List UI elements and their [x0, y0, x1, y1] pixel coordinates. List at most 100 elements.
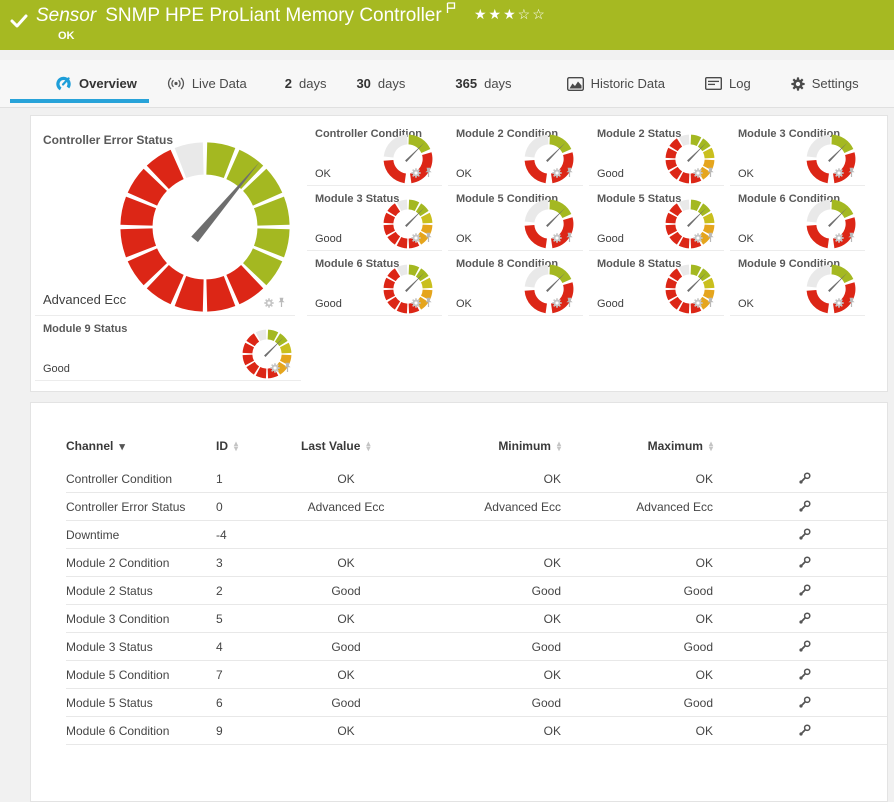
cell-minimum: Good: [531, 695, 561, 710]
pin-icon[interactable]: [706, 165, 715, 183]
gear-icon[interactable]: [693, 230, 703, 248]
tab-2-days[interactable]: 2 days: [285, 60, 327, 107]
tab-overview[interactable]: Overview: [10, 60, 149, 107]
column-header-channel[interactable]: Channel ▾: [66, 439, 216, 453]
gauge-cell-module-3-status: Module 3 Status Good: [307, 186, 442, 251]
cell-minimum: Good: [531, 583, 561, 598]
star-rating[interactable]: ★★★☆☆: [474, 6, 547, 23]
pin-icon[interactable]: [847, 230, 856, 248]
edit-channel-icon[interactable]: [797, 527, 812, 542]
table-row: Module 5 Condition 7 OK OK OK: [66, 661, 887, 689]
table-row: Module 2 Status 2 Good Good Good: [66, 577, 887, 605]
tab-live-data[interactable]: Live Data: [167, 60, 247, 107]
gauge-value: OK: [738, 298, 754, 310]
cell-maximum: OK: [695, 667, 713, 682]
gear-icon[interactable]: [693, 165, 703, 183]
gauge-cell-module-9-status: Module 9 Status Good: [35, 316, 301, 381]
column-header-minimum[interactable]: Minimum ▴ ▾: [391, 439, 561, 453]
cell-id: -4: [216, 527, 227, 542]
sort-icon: ▴ ▾: [366, 439, 371, 453]
column-header-id[interactable]: ID ▴ ▾: [216, 439, 301, 453]
gear-icon[interactable]: [834, 165, 844, 183]
pin-icon[interactable]: [277, 295, 286, 313]
table-row: Controller Error Status 0 Advanced Ecc A…: [66, 493, 887, 521]
gauge-value: OK: [315, 168, 331, 180]
pin-icon[interactable]: [424, 295, 433, 313]
edit-channel-icon[interactable]: [797, 583, 812, 598]
gauge-cell-controller-condition: Controller Condition OK: [307, 121, 442, 186]
cell-id: 3: [216, 555, 223, 570]
gear-icon[interactable]: [552, 295, 562, 313]
gauge-value: Good: [597, 298, 624, 310]
cell-minimum: OK: [543, 471, 561, 486]
gear-icon[interactable]: [552, 230, 562, 248]
gauge-icon: [55, 75, 72, 92]
cell-id: 4: [216, 639, 223, 654]
tab-30-days[interactable]: 30 days: [356, 60, 405, 107]
edit-channel-icon[interactable]: [797, 555, 812, 570]
gear-icon[interactable]: [411, 295, 421, 313]
edit-channel-icon[interactable]: [797, 723, 812, 738]
cell-maximum: Good: [683, 583, 713, 598]
gauge-value: Good: [43, 363, 70, 375]
gear-icon[interactable]: [411, 230, 421, 248]
pin-icon[interactable]: [565, 165, 574, 183]
page-title: SNMP HPE ProLiant Memory Controller: [105, 5, 442, 26]
settings-gear-icon: [791, 76, 805, 91]
cell-minimum: OK: [543, 723, 561, 738]
gear-icon[interactable]: [270, 360, 280, 378]
edit-channel-icon[interactable]: [797, 695, 812, 710]
tab-historic-data[interactable]: Historic Data: [566, 60, 665, 107]
cell-minimum: OK: [543, 611, 561, 626]
gauge-grid: Controller Error Status Advanced Ecc Con…: [31, 116, 887, 381]
pin-icon[interactable]: [565, 230, 574, 248]
cell-channel: Module 2 Status: [66, 583, 153, 598]
cell-last-value: Good: [331, 639, 361, 654]
gauge-cell-module-8-condition: Module 8 Condition OK: [448, 251, 583, 316]
column-header-last-value[interactable]: Last Value ▴ ▾: [301, 439, 391, 453]
column-header-maximum[interactable]: Maximum ▴ ▾: [561, 439, 713, 453]
gauge-cell-module-6-condition: Module 6 Condition OK: [730, 186, 865, 251]
gauge-value: Advanced Ecc: [43, 292, 127, 307]
table-row: Module 2 Condition 3 OK OK OK: [66, 549, 887, 577]
pin-icon[interactable]: [424, 165, 433, 183]
cell-last-value: OK: [337, 723, 355, 738]
pin-icon[interactable]: [706, 295, 715, 313]
tab-365-days[interactable]: 365 days: [455, 60, 511, 107]
pin-icon[interactable]: [847, 165, 856, 183]
historic-data-icon: [566, 76, 584, 91]
edit-channel-icon[interactable]: [797, 667, 812, 682]
sensor-label: Sensor: [36, 5, 97, 26]
gear-icon[interactable]: [411, 165, 421, 183]
gear-icon[interactable]: [264, 295, 274, 313]
cell-channel: Module 6 Condition: [66, 723, 170, 738]
tab-log[interactable]: Log: [704, 60, 751, 107]
cell-channel: Controller Condition: [66, 471, 173, 486]
edit-channel-icon[interactable]: [797, 499, 812, 514]
gauge-cell-controller-error-status: Controller Error Status Advanced Ecc: [35, 121, 295, 316]
gear-icon[interactable]: [834, 295, 844, 313]
gear-icon[interactable]: [552, 165, 562, 183]
cell-channel: Module 5 Status: [66, 695, 153, 710]
gear-icon[interactable]: [693, 295, 703, 313]
gauge-value: Good: [597, 168, 624, 180]
gauge-value: OK: [456, 233, 472, 245]
table-row: Module 3 Status 4 Good Good Good: [66, 633, 887, 661]
cell-last-value: OK: [337, 471, 355, 486]
pin-icon[interactable]: [706, 230, 715, 248]
pin-icon[interactable]: [424, 230, 433, 248]
edit-channel-icon[interactable]: [797, 471, 812, 486]
cell-last-value: Good: [331, 583, 361, 598]
cell-minimum: Advanced Ecc: [484, 499, 561, 514]
pin-icon[interactable]: [283, 360, 292, 378]
cell-maximum: OK: [695, 611, 713, 626]
pin-icon[interactable]: [847, 295, 856, 313]
gear-icon[interactable]: [834, 230, 844, 248]
gauge-cell-module-3-condition: Module 3 Condition OK: [730, 121, 865, 186]
cell-channel: Module 3 Condition: [66, 611, 170, 626]
pin-icon[interactable]: [565, 295, 574, 313]
flag-icon: [446, 0, 456, 20]
edit-channel-icon[interactable]: [797, 611, 812, 626]
edit-channel-icon[interactable]: [797, 639, 812, 654]
tab-settings[interactable]: Settings: [791, 60, 859, 107]
